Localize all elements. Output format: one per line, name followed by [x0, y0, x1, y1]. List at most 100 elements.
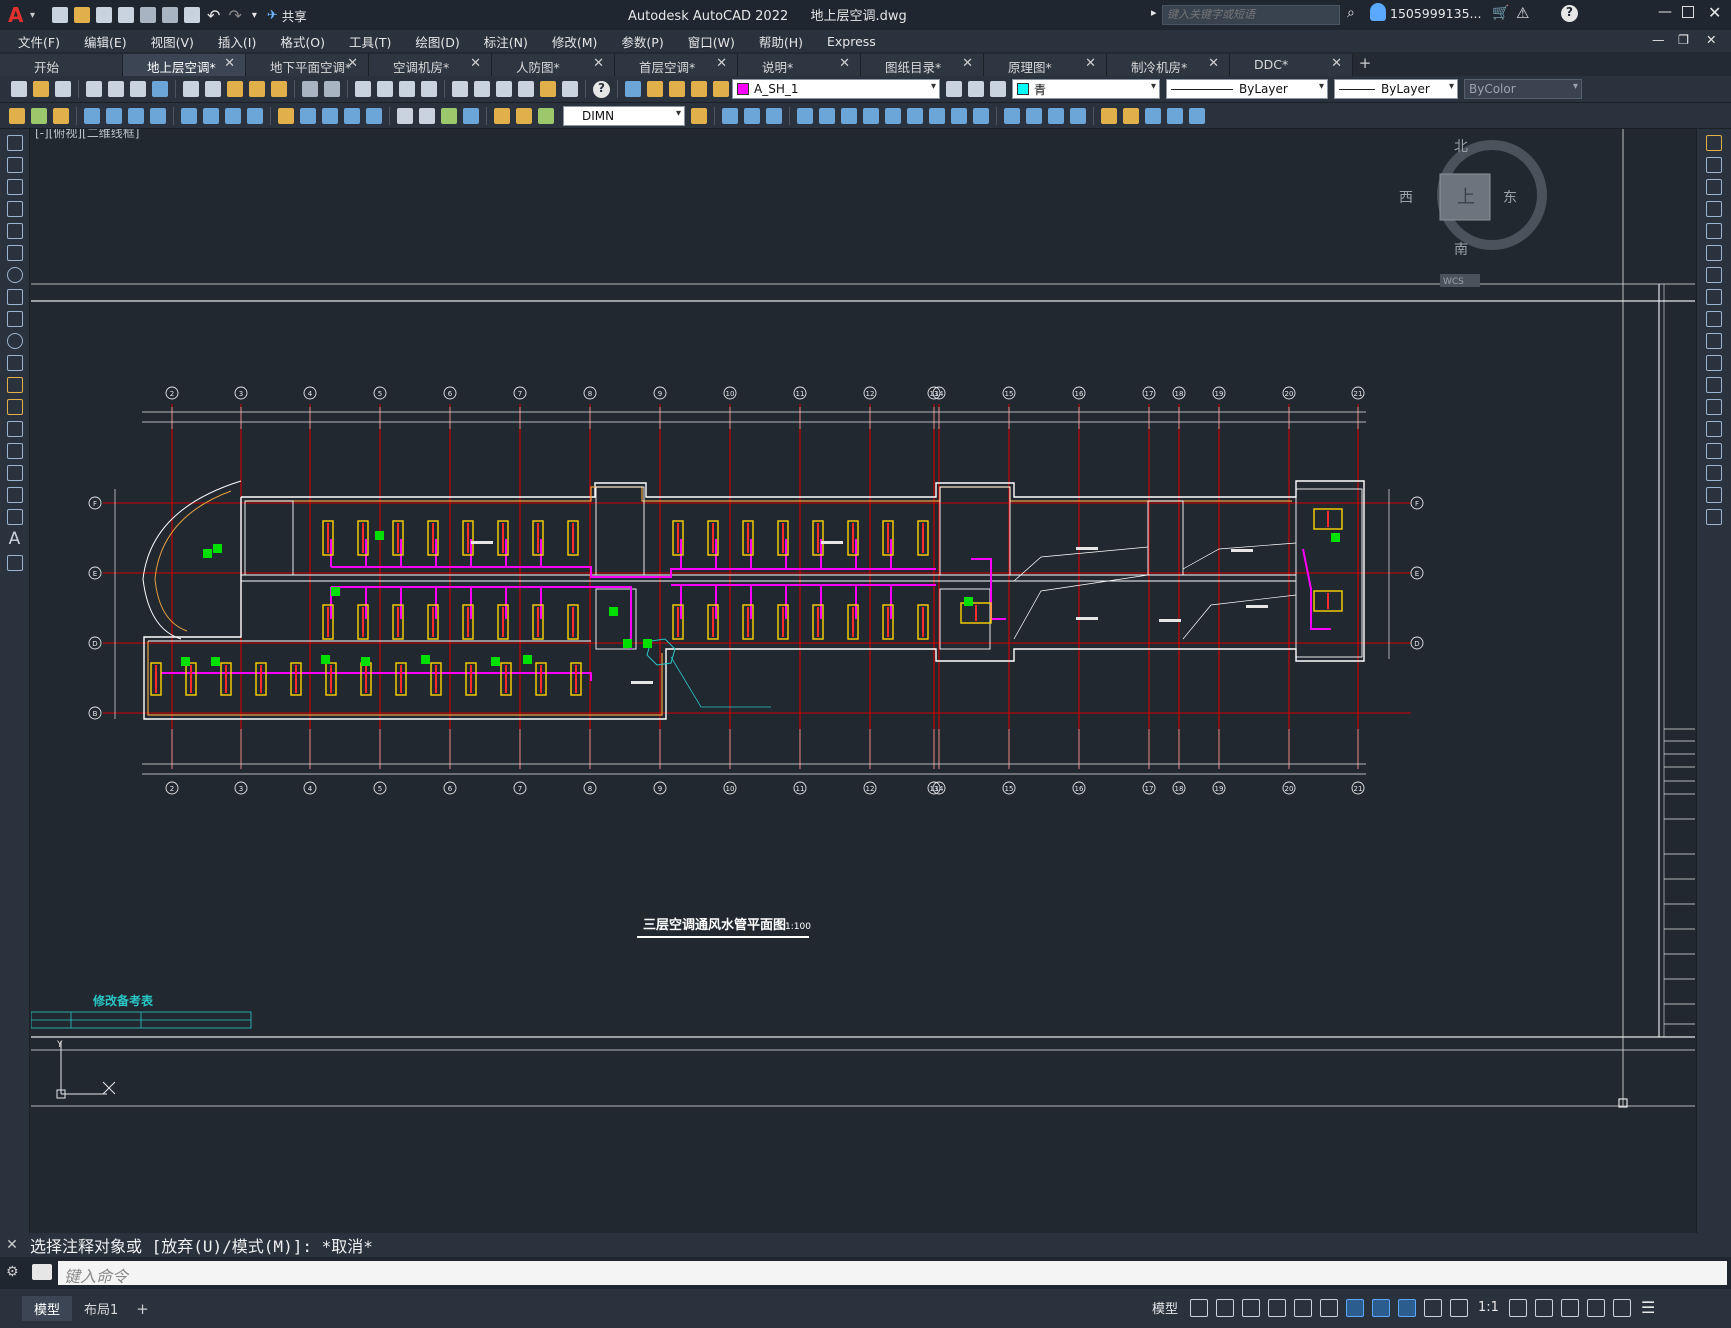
copy-icon[interactable]	[205, 81, 221, 97]
erase-icon[interactable]	[722, 107, 738, 124]
explode-icon[interactable]	[1706, 509, 1722, 525]
close-tab-icon[interactable]: ✕	[1331, 56, 1342, 71]
plot-icon[interactable]	[86, 81, 102, 97]
clean-screen-icon[interactable]	[1612, 1298, 1631, 1317]
extend-icon[interactable]	[951, 107, 967, 124]
close-tab-icon[interactable]: ✕	[1208, 56, 1219, 71]
point-icon[interactable]	[6, 421, 23, 437]
jogged-dim-icon[interactable]	[203, 107, 219, 124]
isodraft-icon[interactable]	[1294, 1298, 1313, 1317]
viewcube-east[interactable]: 东	[1503, 190, 1517, 206]
pan-icon[interactable]	[355, 81, 371, 97]
tab-above-ground-ac[interactable]: 地上层空调* ✕	[123, 54, 246, 76]
line-icon[interactable]	[6, 135, 23, 151]
layer-properties-icon[interactable]	[625, 81, 641, 97]
help-icon[interactable]: ?	[1561, 5, 1578, 22]
dim-text-edit-icon[interactable]	[494, 107, 510, 124]
tab-schematic[interactable]: 原理图* ✕	[984, 54, 1107, 76]
array-icon[interactable]	[819, 107, 835, 124]
lineweight-dropdown[interactable]: ByLayer ▾	[1334, 79, 1458, 99]
viewport-controls[interactable]: [-][俯视][二维线框]	[35, 125, 139, 140]
zoom-window-icon[interactable]	[399, 81, 415, 97]
multiline-text-icon[interactable]: A	[0, 529, 29, 549]
object-snap-icon[interactable]	[1346, 1298, 1365, 1317]
plot-icon[interactable]	[184, 7, 201, 23]
open-file-icon[interactable]	[74, 7, 91, 23]
3d-print-icon[interactable]	[152, 81, 168, 97]
save-web-icon[interactable]	[162, 7, 179, 23]
new-tab-icon[interactable]: +	[1353, 54, 1377, 76]
grid-icon[interactable]	[1190, 1298, 1209, 1317]
undo-icon[interactable]: ↶	[207, 6, 220, 25]
drawing-canvas[interactable]: [-][俯视][二维线框] 2 2 3 3 4 4 5 5 6 6 7 7 8 8 9 9 10 10 11 11 12…	[30, 125, 1695, 1233]
user-icon[interactable]	[1370, 3, 1386, 21]
annotation-scale-icon[interactable]	[1450, 1298, 1469, 1317]
copy-icon[interactable]	[1706, 157, 1722, 173]
join-icon[interactable]	[1004, 107, 1020, 124]
mirror-icon[interactable]	[766, 107, 782, 124]
rectangle-icon[interactable]	[6, 223, 23, 239]
add-layout-icon[interactable]: +	[136, 1300, 149, 1318]
redo-icon[interactable]: ↷	[228, 6, 241, 25]
insert-block-icon[interactable]	[1101, 107, 1117, 124]
block-editor-icon[interactable]	[271, 81, 287, 97]
region-icon[interactable]	[6, 487, 23, 503]
jogged-linear-icon[interactable]	[463, 107, 479, 124]
menu-tools[interactable]: 工具(T)	[337, 32, 403, 51]
scale-icon[interactable]	[885, 107, 901, 124]
match-properties-icon[interactable]	[249, 81, 265, 97]
minimize-icon[interactable]: —	[1658, 4, 1672, 20]
layer-viewport-icon[interactable]	[691, 81, 707, 97]
fillet-icon[interactable]	[1048, 107, 1064, 124]
share-button[interactable]: 共享	[282, 6, 307, 25]
workspace-gear-icon[interactable]	[1508, 1298, 1527, 1317]
blend-curves-icon[interactable]	[1706, 487, 1722, 503]
tab-first-floor-ac[interactable]: 首层空调* ✕	[615, 54, 738, 76]
menu-draw[interactable]: 绘图(D)	[403, 32, 471, 51]
dimstyle-dropdown[interactable]: DIMN ▾	[563, 105, 685, 126]
mirror-icon[interactable]	[1706, 179, 1722, 195]
new-file-icon[interactable]	[52, 7, 69, 23]
trim-icon[interactable]	[1706, 333, 1722, 349]
save-as-icon[interactable]	[118, 7, 135, 23]
object-snap-tracking-icon[interactable]	[1320, 1298, 1339, 1317]
erase-icon[interactable]	[1706, 135, 1722, 151]
rotate-icon[interactable]	[1706, 267, 1722, 283]
menu-parametric[interactable]: 参数(P)	[609, 32, 675, 51]
layer-on-icon[interactable]	[647, 81, 663, 97]
menu-view[interactable]: 视图(V)	[139, 32, 206, 51]
share-icon[interactable]: ✈	[267, 8, 278, 23]
stretch-icon[interactable]	[1706, 311, 1722, 327]
add-selected-icon[interactable]	[6, 555, 23, 571]
user-account[interactable]: 1505999135...	[1390, 6, 1481, 21]
revision-cloud-icon[interactable]	[6, 289, 23, 305]
open-web-icon[interactable]	[140, 7, 157, 23]
hardware-acceleration-icon[interactable]	[1586, 1298, 1605, 1317]
menu-edit[interactable]: 编辑(E)	[72, 32, 139, 51]
doc-close-icon[interactable]: ✕	[1706, 32, 1716, 47]
move-icon[interactable]	[1706, 245, 1722, 261]
aligned-dim-icon[interactable]	[106, 107, 122, 124]
dim-style-icon[interactable]	[538, 107, 554, 124]
design-center-icon[interactable]	[474, 81, 490, 97]
drawing-svg[interactable]: [-][俯视][二维线框] 2 2 3 3 4 4 5 5 6 6 7 7 8 8 9 9 10 10 11 11 12…	[30, 125, 1695, 1233]
tab-civil-defense[interactable]: 人防图* ✕	[492, 54, 615, 76]
autocad-logo-icon[interactable]: A	[8, 3, 30, 27]
open-icon[interactable]	[33, 81, 49, 97]
circle-icon[interactable]	[6, 267, 23, 283]
command-customize-icon[interactable]: ⚙	[6, 1264, 19, 1280]
break-icon[interactable]	[973, 107, 989, 124]
gradient-icon[interactable]	[1189, 107, 1205, 124]
tab-ac-room[interactable]: 空调机房* ✕	[369, 54, 492, 76]
viewcube-west[interactable]: 西	[1399, 190, 1413, 206]
close-tab-icon[interactable]: ✕	[716, 56, 727, 71]
sheet-set-icon[interactable]	[518, 81, 534, 97]
undo-icon[interactable]	[302, 81, 318, 97]
close-tab-icon[interactable]: ✕	[224, 56, 235, 71]
extend-icon[interactable]	[1706, 355, 1722, 371]
close-tab-icon[interactable]: ✕	[1085, 56, 1096, 71]
command-input[interactable]: 键入命令	[58, 1261, 1727, 1286]
ellipse-arc-icon[interactable]	[6, 355, 23, 371]
join-icon[interactable]	[1706, 421, 1722, 437]
polygon-icon[interactable]	[6, 201, 23, 217]
